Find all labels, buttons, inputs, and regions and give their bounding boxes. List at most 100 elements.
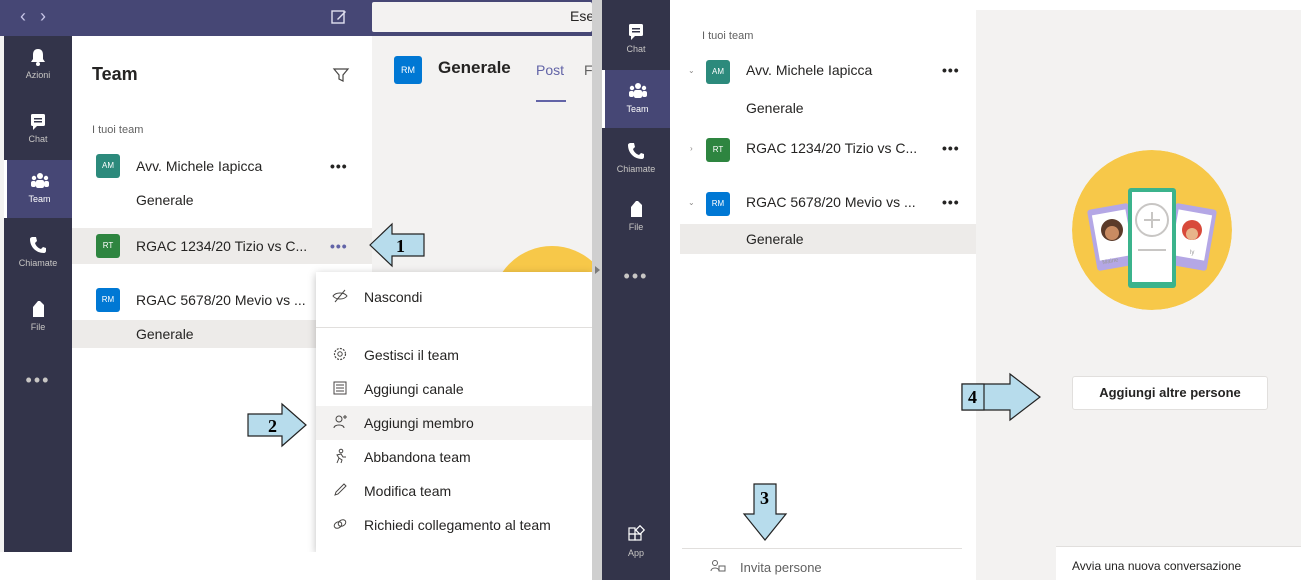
new-conversation-label: Avvia una nuova conversazione xyxy=(1072,559,1242,573)
history-nav[interactable]: ‹› xyxy=(20,6,60,27)
callout-arrow-2: 2 xyxy=(247,402,307,448)
team-context-menu: Nascondi Gestisci il team Aggiungi canal… xyxy=(316,272,592,552)
menu-item-aggiungi-membro[interactable]: Aggiungi membro xyxy=(316,406,592,440)
selected-channel-bg xyxy=(680,224,976,254)
section-label: I tuoi team xyxy=(92,124,144,136)
team-list: I tuoi team ⌄ AM Avv. Michele Iapicca ••… xyxy=(670,10,976,580)
compose-icon[interactable] xyxy=(330,8,348,26)
team-avatar: AM xyxy=(706,60,730,84)
callout-arrow-4: 4 xyxy=(961,372,1041,422)
panel-divider xyxy=(592,0,602,580)
search-label: Esegui xyxy=(570,8,592,24)
card-name: ly xyxy=(1190,250,1194,256)
invite-people-icon xyxy=(710,560,726,572)
rail-item-team[interactable]: Team xyxy=(602,70,670,128)
link-icon xyxy=(333,519,347,529)
channel-header: RM Generale Post F xyxy=(372,36,592,116)
team-name: RGAC 5678/20 Mevio vs ... xyxy=(136,292,306,308)
callout-number: 3 xyxy=(760,488,769,508)
rail-item-team[interactable]: Team xyxy=(4,160,72,218)
add-people-illustration: Maine ly xyxy=(1072,150,1232,310)
leave-icon xyxy=(336,448,346,464)
team-name: RGAC 5678/20 Mevio vs ... xyxy=(746,194,916,210)
rail-item-chiamate[interactable]: Chiamate xyxy=(602,130,670,188)
channel-item-generale[interactable]: Generale xyxy=(136,192,194,208)
app-rail: Azioni Chat Team Chiamate File ••• xyxy=(4,36,72,552)
team-row-rt[interactable]: › RT RGAC 1234/20 Tizio vs C... ••• xyxy=(670,132,976,168)
rail-item-azioni[interactable]: Azioni xyxy=(4,36,72,94)
team-row-rt[interactable]: RT RGAC 1234/20 Tizio vs C... ••• xyxy=(72,228,372,264)
team-name: RGAC 1234/20 Tizio vs C... xyxy=(746,140,918,156)
tab-files[interactable]: F xyxy=(584,62,592,78)
rail-label: Chiamate xyxy=(18,258,58,268)
menu-item-label: Aggiungi membro xyxy=(364,415,474,431)
team-more-button[interactable]: ••• xyxy=(942,62,960,78)
collapse-chevron-icon[interactable]: ⌄ xyxy=(688,66,695,75)
menu-item-label: Nascondi xyxy=(364,289,423,305)
team-more-button[interactable]: ••• xyxy=(942,194,960,210)
rail-label: Chat xyxy=(28,134,48,144)
menu-item-label: Abbandona team xyxy=(364,449,471,465)
rail-label: File xyxy=(30,322,46,332)
team-more-button[interactable]: ••• xyxy=(942,140,960,156)
channel-avatar: RM xyxy=(394,56,422,84)
expand-chevron-icon[interactable]: › xyxy=(690,144,693,153)
rail-label: Team xyxy=(28,194,51,204)
team-row-rm[interactable]: ⌄ RM RGAC 5678/20 Mevio vs ... ••• xyxy=(670,186,976,222)
team-name: Avv. Michele Iapicca xyxy=(136,158,263,174)
chat-icon xyxy=(31,114,45,130)
rail-label: Team xyxy=(626,104,649,114)
channel-icon xyxy=(333,381,347,395)
team-icon xyxy=(628,83,647,98)
menu-item-aggiungi-canale[interactable]: Aggiungi canale xyxy=(316,372,592,406)
gear-icon xyxy=(333,347,347,361)
team-avatar: RT xyxy=(96,234,120,258)
menu-item-label: Gestisci il team xyxy=(364,347,459,363)
right-screenshot: Chat Team Chiamate File ••• App I tuoi t… xyxy=(602,0,1301,580)
team-avatar: AM xyxy=(96,154,120,178)
pencil-icon xyxy=(334,483,347,496)
team-more-button[interactable]: ••• xyxy=(330,238,348,254)
app-rail: Chat Team Chiamate File ••• App xyxy=(602,0,670,580)
menu-item-gestisci[interactable]: Gestisci il team xyxy=(316,338,592,372)
menu-item-label: Aggiungi canale xyxy=(364,381,464,397)
callout-arrow-1: 1 xyxy=(369,222,425,268)
rail-item-chat[interactable]: Chat xyxy=(4,100,72,158)
channel-item-generale-selected[interactable]: Generale xyxy=(136,326,194,342)
rail-item-chat[interactable]: Chat xyxy=(602,10,670,68)
filter-icon[interactable] xyxy=(332,66,350,84)
team-name: Avv. Michele Iapicca xyxy=(746,62,873,78)
apps-icon xyxy=(628,524,646,541)
team-avatar: RM xyxy=(706,192,730,216)
page-title: Team xyxy=(92,64,138,84)
rail-item-app[interactable]: App xyxy=(602,514,670,572)
invite-people-label: Invita persone xyxy=(740,560,822,575)
expand-arrow-icon xyxy=(595,266,600,274)
rail-item-file[interactable]: File xyxy=(602,188,670,246)
menu-divider xyxy=(316,327,592,328)
more-apps-button[interactable]: ••• xyxy=(4,370,72,391)
tab-post[interactable]: Post xyxy=(536,62,564,78)
add-more-people-button[interactable]: Aggiungi altre persone xyxy=(1072,376,1268,410)
tab-underline xyxy=(536,100,566,102)
channel-item-generale-selected[interactable]: Generale xyxy=(746,231,804,247)
rail-item-chiamate[interactable]: Chiamate xyxy=(4,224,72,282)
team-more-button[interactable]: ••• xyxy=(330,158,348,174)
menu-item-modifica[interactable]: Modifica team xyxy=(316,474,592,508)
menu-item-nascondi[interactable]: Nascondi xyxy=(316,280,592,314)
collapse-chevron-icon[interactable]: ⌄ xyxy=(688,198,695,207)
channel-item-generale[interactable]: Generale xyxy=(746,100,804,116)
rail-item-file[interactable]: File xyxy=(4,288,72,346)
team-row-am[interactable]: AM Avv. Michele Iapicca ••• xyxy=(72,148,372,184)
team-icon xyxy=(30,173,49,188)
bell-icon xyxy=(31,49,45,66)
callout-arrow-3: 3 xyxy=(742,483,788,541)
invite-people-row[interactable]: Invita persone xyxy=(682,548,962,580)
more-apps-button[interactable]: ••• xyxy=(602,266,670,287)
menu-item-collegamento[interactable]: Richiedi collegamento al team xyxy=(316,508,592,542)
search-box[interactable]: Esegui xyxy=(372,2,592,32)
team-row-am[interactable]: ⌄ AM Avv. Michele Iapicca ••• xyxy=(670,54,976,90)
new-conversation-button[interactable]: Avvia una nuova conversazione xyxy=(1056,546,1301,580)
menu-item-abbandona[interactable]: Abbandona team xyxy=(316,440,592,474)
title-bar: ‹› Esegui xyxy=(0,0,592,36)
